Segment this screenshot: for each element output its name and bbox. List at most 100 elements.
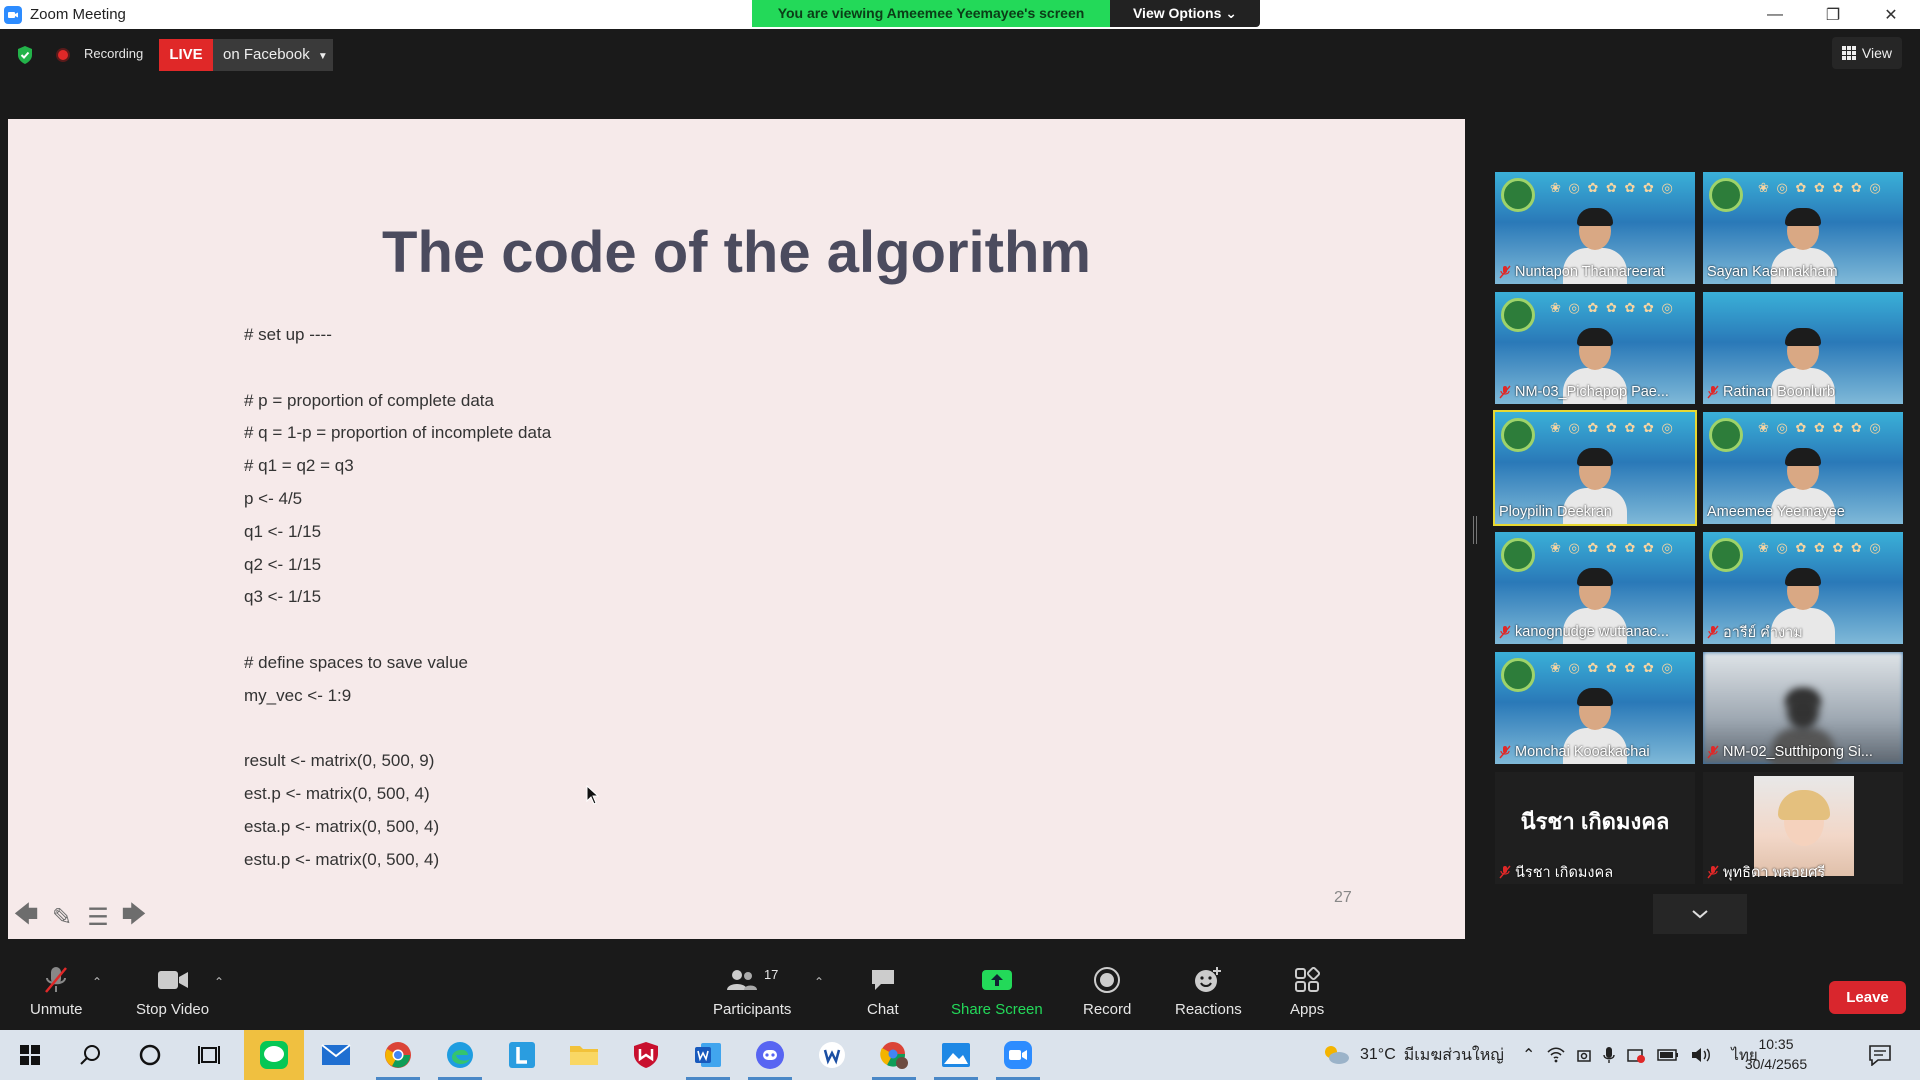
participant-tile[interactable]: ❀ ◎ ✿ ✿ ✿ ✿ ◎ Monchai Kooakachai	[1495, 652, 1695, 764]
chevron-down-icon: ⌄	[1225, 5, 1238, 21]
view-options-button[interactable]: View Options ⌄	[1110, 0, 1260, 27]
close-button[interactable]: ✕	[1862, 0, 1920, 29]
battery-icon[interactable]	[1657, 1049, 1679, 1061]
panel-splitter-handle[interactable]	[1473, 516, 1477, 544]
gallery-more-button[interactable]	[1653, 894, 1747, 934]
microphone-muted-icon	[1707, 745, 1719, 759]
restore-button[interactable]: ❐	[1804, 0, 1862, 29]
taskbar-discord-app[interactable]	[740, 1030, 800, 1080]
decorative-pattern-icon: ❀ ◎ ✿ ✿ ✿ ✿ ◎	[1550, 420, 1675, 435]
audio-options-caret-icon[interactable]: ⌃	[92, 975, 102, 989]
tray-weather[interactable]: 31°C มีเมฆส่วนใหญ่	[1322, 1030, 1504, 1080]
microphone-tray-icon[interactable]	[1603, 1046, 1616, 1064]
chat-button[interactable]: Chat	[867, 963, 899, 1018]
participant-profile-photo	[1754, 776, 1854, 876]
minimize-button[interactable]: —	[1746, 0, 1804, 29]
taskbar-line-app[interactable]	[244, 1030, 304, 1080]
taskbar-edge-app[interactable]	[430, 1030, 490, 1080]
windows-logo-icon	[20, 1045, 40, 1065]
taskbar-file-explorer[interactable]	[554, 1030, 614, 1080]
taskbar-task-view-button[interactable]	[180, 1030, 240, 1080]
taskbar-mcafee-app[interactable]	[616, 1030, 676, 1080]
participant-display-name: นีรชา เกิดมงคล	[1520, 809, 1670, 834]
share-screen-button[interactable]: Share Screen	[951, 963, 1043, 1018]
view-button[interactable]: View	[1831, 37, 1902, 69]
participant-name: Nuntapon Thamareerat	[1515, 264, 1665, 280]
mcafee-shield-icon	[634, 1042, 658, 1068]
reactions-button[interactable]: Reactions	[1175, 963, 1242, 1018]
arrow-right-icon[interactable]: 🡆	[120, 901, 148, 931]
participant-tile[interactable]: ❀ ◎ ✿ ✿ ✿ ✿ ◎ NM-03_Pichapop Pae...	[1495, 292, 1695, 404]
live-facebook-dropdown[interactable]: on Facebook ▼	[213, 39, 333, 71]
taskbar-clock[interactable]: 10:35 30/4/2565	[1743, 1034, 1809, 1074]
arrow-left-icon[interactable]: 🡄	[12, 901, 40, 931]
slide-toolbar: 🡄 ✎ ☰ 🡆	[12, 901, 148, 931]
window-titlebar: Zoom Meeting You are viewing Ameemee Yee…	[0, 0, 1920, 29]
partly-cloudy-icon	[1325, 1046, 1349, 1064]
taskbar-word-app[interactable]	[678, 1030, 738, 1080]
participant-tile[interactable]: นีรชา เกิดมงคล นีรชา เกิดมงคล	[1495, 772, 1695, 884]
pen-icon[interactable]: ✎	[48, 903, 76, 931]
notifications-button[interactable]	[1868, 1030, 1892, 1080]
chevron-down-icon	[1692, 910, 1708, 919]
code-line: # q = 1-p = proportion of incomplete dat…	[244, 423, 552, 443]
code-line: # set up ----	[244, 325, 332, 344]
participant-tile[interactable]: ❀ ◎ ✿ ✿ ✿ ✿ ◎ Sayan Kaennakham	[1703, 172, 1903, 284]
participant-name-label: Monchai Kooakachai	[1499, 742, 1691, 762]
windows-start-button[interactable]	[0, 1030, 60, 1080]
decorative-pattern-icon: ❀ ◎ ✿ ✿ ✿ ✿ ◎	[1758, 420, 1883, 435]
participant-name: NM-02_Sutthipong Si...	[1723, 744, 1873, 760]
security-shield-icon[interactable]	[16, 45, 34, 65]
shared-screen-slide[interactable]: The code of the algorithm # set up ---- #…	[8, 119, 1465, 939]
search-icon	[80, 1045, 100, 1065]
microphone-muted-icon	[1499, 265, 1511, 279]
recording-label: Recording	[84, 46, 144, 61]
participant-tile[interactable]: Ratinan Boonlurb	[1703, 292, 1903, 404]
stop-video-button[interactable]: Stop Video	[136, 963, 209, 1018]
participants-caret-icon[interactable]: ⌃	[814, 975, 824, 989]
institution-logo-icon	[1501, 418, 1535, 452]
taskbar-search-button[interactable]	[60, 1030, 120, 1080]
participants-button[interactable]: 17 Participants	[713, 963, 791, 1019]
taskbar-app-w[interactable]	[802, 1030, 862, 1080]
decorative-pattern-icon: ❀ ◎ ✿ ✿ ✿ ✿ ◎	[1550, 660, 1675, 675]
microphone-muted-icon	[1707, 625, 1719, 639]
institution-logo-icon	[1501, 298, 1535, 332]
mail-icon	[321, 1044, 351, 1065]
camera-tray-icon[interactable]	[1577, 1047, 1592, 1063]
taskbar-mail-app[interactable]	[306, 1030, 366, 1080]
participant-tile[interactable]: NM-02_Sutthipong Si...	[1703, 652, 1903, 764]
participant-tile[interactable]: ❀ ◎ ✿ ✿ ✿ ✿ ◎ Nuntapon Thamareerat	[1495, 172, 1695, 284]
slides-menu-icon[interactable]: ☰	[84, 903, 112, 931]
windows-taskbar: 31°C มีเมฆส่วนใหญ่ ⌃ ไทย 10:35 30/4/2565	[0, 1030, 1920, 1080]
video-options-caret-icon[interactable]: ⌃	[214, 975, 224, 989]
network-warning-icon[interactable]	[1627, 1047, 1646, 1063]
participant-name: Monchai Kooakachai	[1515, 744, 1650, 760]
participant-tile[interactable]: ❀ ◎ ✿ ✿ ✿ ✿ ◎ Ameemee Yeemayee	[1703, 412, 1903, 524]
participant-tile[interactable]: ❀ ◎ ✿ ✿ ✿ ✿ ◎ kanognudge wuttanac...	[1495, 532, 1695, 644]
taskbar-chrome-app[interactable]	[368, 1030, 428, 1080]
record-button[interactable]: Record	[1083, 963, 1131, 1018]
taskbar-cortana-button[interactable]	[120, 1030, 180, 1080]
clock-time: 10:35	[1758, 1036, 1794, 1052]
participant-tile[interactable]: ❀ ◎ ✿ ✿ ✿ ✿ ◎ Ploypilin Deekran	[1493, 410, 1697, 526]
apps-button[interactable]: Apps	[1290, 963, 1324, 1018]
microphone-muted-icon	[1499, 865, 1511, 879]
participant-name: อารีย์ คำงาม	[1723, 624, 1803, 641]
taskbar-chrome-profile-app[interactable]	[864, 1030, 924, 1080]
chat-label: Chat	[867, 1001, 899, 1018]
viewing-banner: You are viewing Ameemee Yeemayee's scree…	[752, 0, 1260, 27]
unmute-label: Unmute	[30, 1001, 83, 1018]
slide-title: The code of the algorithm	[382, 220, 1091, 285]
wifi-icon[interactable]	[1547, 1047, 1565, 1063]
view-button-label: View	[1861, 45, 1892, 61]
show-hidden-icons-chevron-icon[interactable]: ⌃	[1522, 1045, 1535, 1065]
participant-tile[interactable]: พุทธิดา พลอยศรี	[1703, 772, 1903, 884]
taskbar-l-app[interactable]	[492, 1030, 552, 1080]
taskbar-zoom-app[interactable]	[988, 1030, 1048, 1080]
unmute-button[interactable]: Unmute	[30, 963, 83, 1018]
volume-icon[interactable]	[1691, 1047, 1711, 1063]
taskbar-photos-app[interactable]	[926, 1030, 986, 1080]
participant-tile[interactable]: ❀ ◎ ✿ ✿ ✿ ✿ ◎ อารีย์ คำงาม	[1703, 532, 1903, 644]
leave-button[interactable]: Leave	[1829, 981, 1906, 1014]
